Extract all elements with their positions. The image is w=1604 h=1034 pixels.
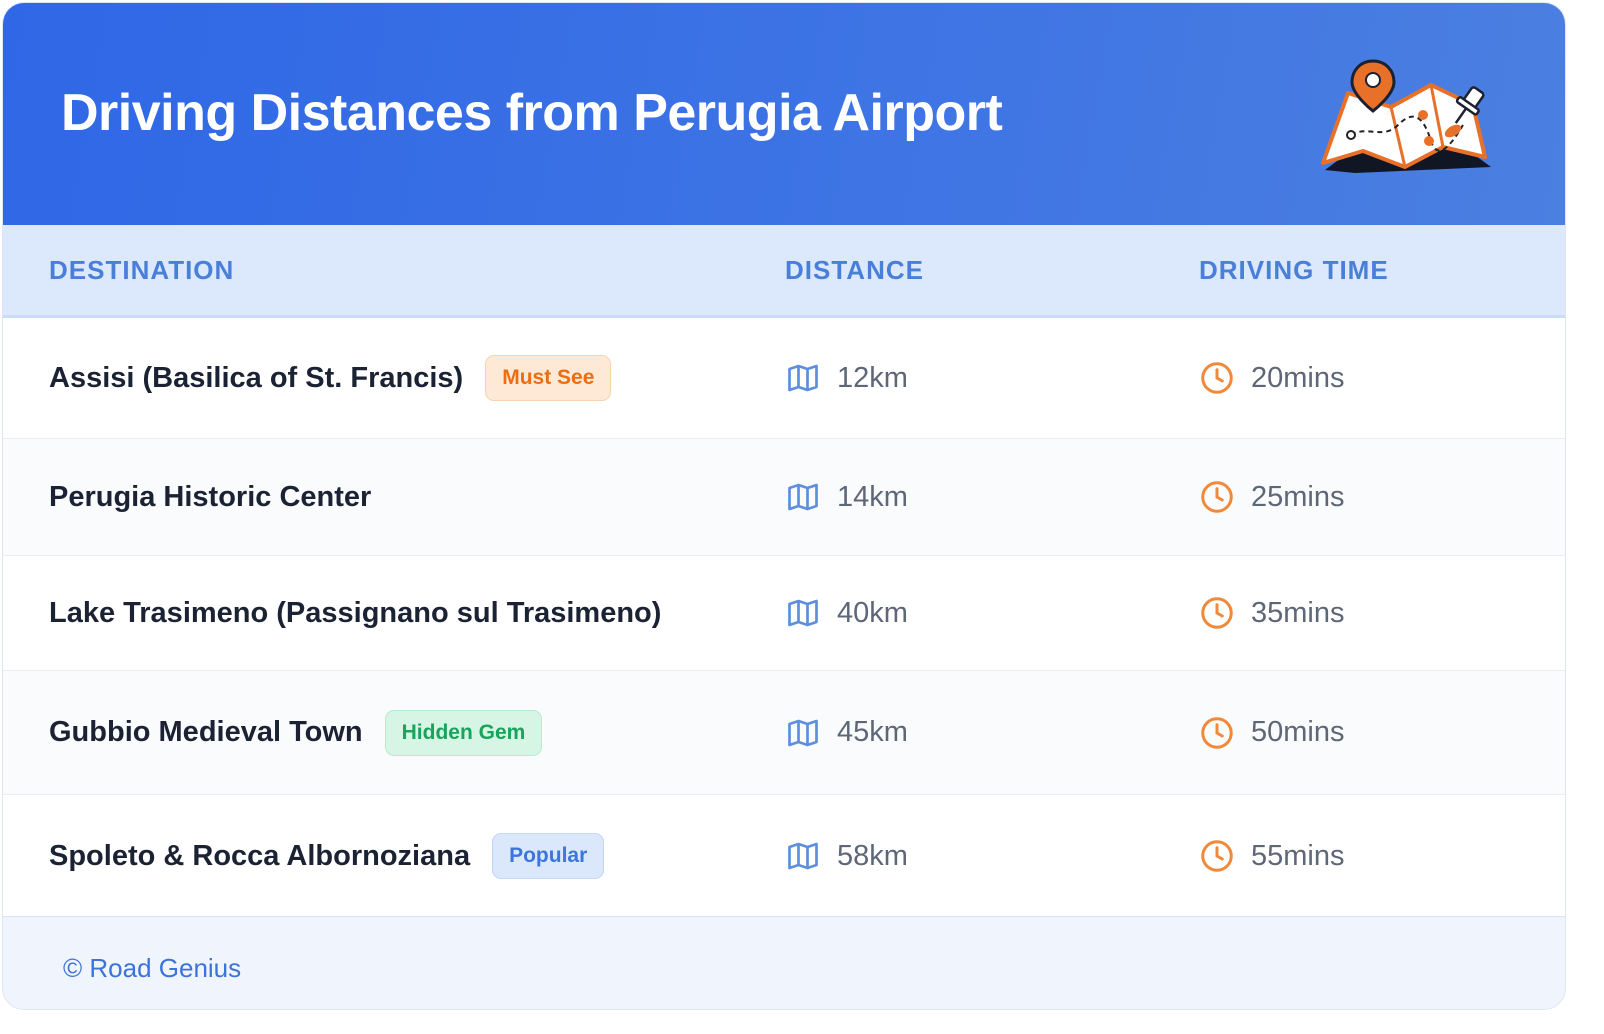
must-see-badge: Must See	[485, 355, 612, 401]
distance-cell: 58km	[785, 795, 908, 917]
column-header-distance: DISTANCE	[785, 255, 924, 285]
table-row: Lake Trasimeno (Passignano sul Trasimeno…	[3, 556, 1565, 671]
destination-cell: Assisi (Basilica of St. Francis) Must Se…	[49, 318, 612, 438]
time-value: 20mins	[1251, 361, 1345, 394]
destination-name: Gubbio Medieval Town	[49, 716, 363, 748]
time-value: 55mins	[1251, 839, 1345, 872]
copyright-text: © Road Genius	[63, 953, 242, 983]
clock-icon	[1199, 479, 1235, 515]
distance-value: 45km	[837, 716, 908, 748]
column-header-destination: DESTINATION	[49, 255, 235, 285]
table-row: Perugia Historic Center 14km 25mins	[3, 439, 1565, 556]
clock-icon	[1199, 595, 1235, 631]
distance-cell: 14km	[785, 439, 908, 555]
time-cell: 50mins	[1199, 671, 1345, 794]
map-icon	[785, 838, 821, 874]
map-icon	[785, 360, 821, 396]
time-cell: 35mins	[1199, 556, 1345, 670]
distance-cell: 12km	[785, 318, 908, 438]
card-header: Driving Distances from Perugia Airport	[3, 3, 1565, 225]
table-header: DESTINATION DISTANCE DRIVING TIME	[3, 225, 1565, 318]
distance-value: 40km	[837, 596, 908, 629]
time-cell: 25mins	[1199, 439, 1345, 555]
map-icon	[785, 715, 821, 751]
folded-map-with-pins-icon	[1313, 55, 1503, 185]
time-cell: 55mins	[1199, 795, 1345, 917]
destination-name: Spoleto & Rocca Albornoziana	[49, 839, 471, 872]
distance-value: 58km	[837, 839, 908, 872]
destination-cell: Perugia Historic Center	[49, 439, 371, 555]
distance-cell: 40km	[785, 556, 908, 670]
card-footer: © Road Genius	[3, 916, 1565, 1009]
destination-cell: Spoleto & Rocca Albornoziana Popular	[49, 795, 605, 917]
clock-icon	[1199, 715, 1235, 751]
map-icon	[785, 595, 821, 631]
page-title: Driving Distances from Perugia Airport	[61, 84, 1003, 142]
time-value: 50mins	[1251, 716, 1345, 748]
distance-value: 12km	[837, 361, 908, 394]
distance-cell: 45km	[785, 671, 908, 794]
time-value: 35mins	[1251, 596, 1345, 629]
destination-name: Assisi (Basilica of St. Francis)	[49, 361, 464, 394]
table-row: Assisi (Basilica of St. Francis) Must Se…	[3, 318, 1565, 439]
time-value: 25mins	[1251, 480, 1345, 513]
clock-icon	[1199, 360, 1235, 396]
distance-card: Driving Distances from Perugia Airport D…	[2, 2, 1566, 1010]
destination-name: Lake Trasimeno (Passignano sul Trasimeno…	[49, 596, 662, 629]
hidden-gem-badge: Hidden Gem	[384, 709, 543, 756]
destination-name: Perugia Historic Center	[49, 480, 372, 513]
time-cell: 20mins	[1199, 318, 1345, 438]
table-row: Spoleto & Rocca Albornoziana Popular 58k…	[3, 795, 1565, 917]
clock-icon	[1199, 838, 1235, 874]
destination-cell: Gubbio Medieval Town Hidden Gem	[49, 671, 543, 794]
popular-badge: Popular	[492, 833, 605, 879]
table-body: Assisi (Basilica of St. Francis) Must Se…	[3, 318, 1565, 917]
map-icon	[785, 479, 821, 515]
column-header-driving-time: DRIVING TIME	[1199, 255, 1389, 285]
table-row: Gubbio Medieval Town Hidden Gem 45km 50m…	[3, 671, 1565, 795]
destination-cell: Lake Trasimeno (Passignano sul Trasimeno…	[49, 556, 661, 670]
distance-value: 14km	[837, 480, 908, 513]
